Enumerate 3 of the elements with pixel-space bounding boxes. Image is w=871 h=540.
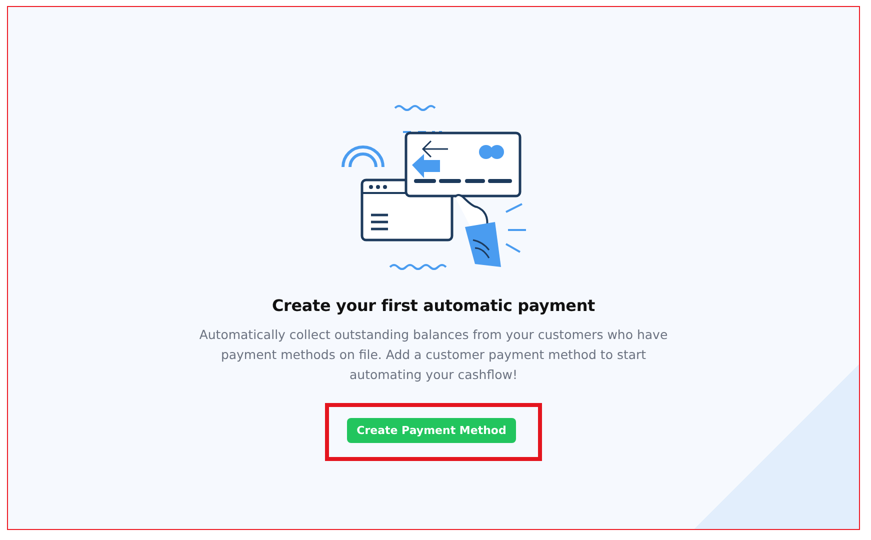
create-payment-method-button[interactable]: Create Payment Method bbox=[346, 418, 516, 443]
empty-state-description: Automatically collect outstanding balances from your customers who have payment methods on file. Add a customer payment method to start automating your cashflow! bbox=[198, 326, 669, 384]
empty-state-title: Create your first automatic payment bbox=[272, 296, 595, 315]
